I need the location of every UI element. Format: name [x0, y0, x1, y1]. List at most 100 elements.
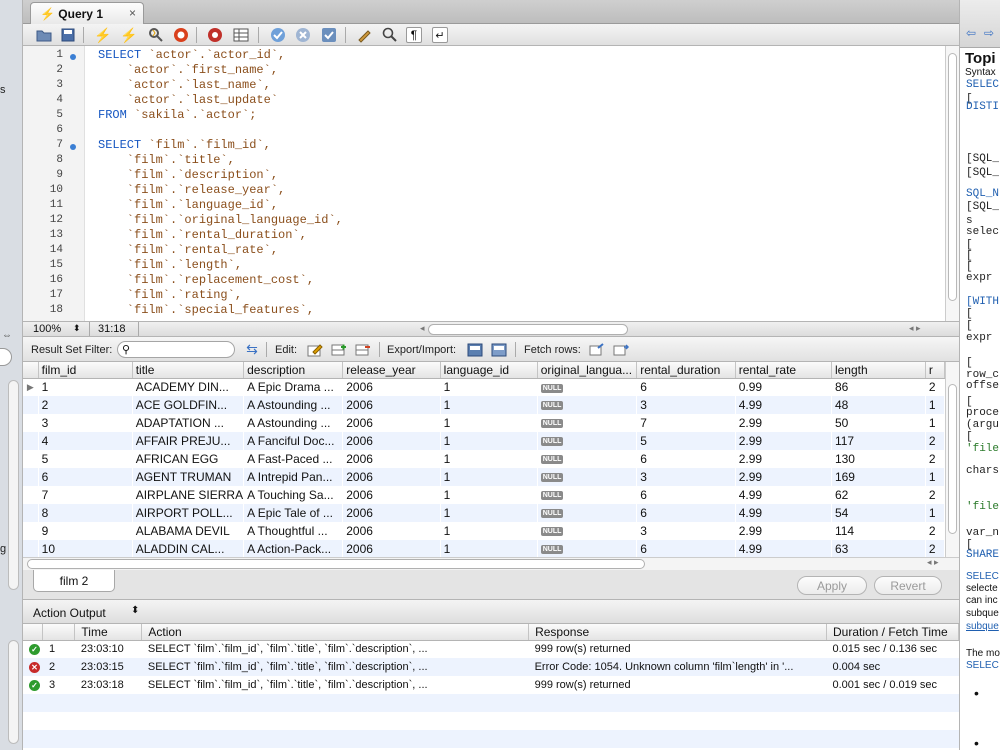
- sidebar-arrows-icon[interactable]: ⇔: [2, 330, 12, 341]
- sidebar-scrollbar[interactable]: [8, 640, 19, 744]
- column-header[interactable]: r: [925, 362, 945, 379]
- editor-scrollbar[interactable]: [945, 46, 959, 321]
- grid-cell[interactable]: 8: [38, 504, 133, 522]
- grid-cell[interactable]: 1: [440, 450, 538, 468]
- insert-row-icon[interactable]: [330, 341, 348, 358]
- revert-button[interactable]: Revert: [874, 576, 942, 595]
- table-row[interactable]: 5 AFRICAN EGG A Fast-Paced ... 2006 1 NULL 6 2.…: [23, 450, 945, 468]
- grid-cell[interactable]: A Astounding ...: [243, 414, 343, 432]
- grid-cell[interactable]: AFRICAN EGG: [132, 450, 244, 468]
- grid-cell[interactable]: 1: [440, 468, 538, 486]
- grid-cell[interactable]: 1: [440, 540, 538, 557]
- grid-cell[interactable]: 2.99: [735, 432, 832, 450]
- column-header[interactable]: language_id: [440, 362, 538, 379]
- grid-cell[interactable]: NULL: [537, 432, 637, 450]
- grid-cell[interactable]: ALADDIN CAL...: [132, 540, 244, 557]
- grid-hscrollbar[interactable]: ◂ ▸: [23, 557, 959, 570]
- row-header[interactable]: [23, 486, 39, 504]
- grid-cell[interactable]: 1: [440, 432, 538, 450]
- column-header[interactable]: Response: [528, 624, 827, 641]
- grid-cell[interactable]: 3: [636, 468, 736, 486]
- grid-cell[interactable]: 48: [831, 396, 926, 414]
- grid-cell[interactable]: 2006: [342, 486, 441, 504]
- rollback-icon[interactable]: [293, 25, 313, 45]
- editor-hscroll-thumb[interactable]: [428, 324, 628, 335]
- scroll-left-icon[interactable]: ◂ ▸: [909, 323, 921, 334]
- table-row[interactable]: 6 AGENT TRUMAN A Intrepid Pan... 2006 1 NULL 3…: [23, 468, 945, 486]
- grid-cell[interactable]: 6: [636, 540, 736, 557]
- table-row[interactable]: ✓ 1 23:03:10 SELECT `film`.`film_id`, `film…: [23, 640, 959, 658]
- grid-cell[interactable]: 2006: [342, 396, 441, 414]
- row-header[interactable]: [23, 432, 39, 450]
- row-header[interactable]: [23, 522, 39, 540]
- close-icon[interactable]: ×: [129, 6, 136, 20]
- grid-cell[interactable]: 2006: [342, 540, 441, 557]
- grid-cell[interactable]: 2: [925, 540, 945, 557]
- grid-cell[interactable]: A Epic Tale of ...: [243, 504, 343, 522]
- grid-cell[interactable]: A Fast-Paced ...: [243, 450, 343, 468]
- grid-cell[interactable]: 86: [831, 378, 926, 396]
- refresh-icon[interactable]: ⇆: [243, 341, 261, 358]
- wrap-icon[interactable]: ↵: [432, 27, 448, 43]
- table-row[interactable]: 9 ALABAMA DEVIL A Thoughtful ... 2006 1 NULL 3…: [23, 522, 945, 540]
- column-header[interactable]: Time: [74, 624, 143, 641]
- grid-cell[interactable]: 2: [925, 432, 945, 450]
- grid-cell[interactable]: NULL: [537, 378, 637, 396]
- grid-cell[interactable]: ACADEMY DIN...: [132, 378, 244, 396]
- column-header[interactable]: description: [243, 362, 344, 379]
- grid-cell[interactable]: NULL: [537, 522, 637, 540]
- execute-current-icon[interactable]: ⚡: [119, 25, 139, 45]
- grid-cell[interactable]: 1: [925, 468, 945, 486]
- grid-cell[interactable]: 1: [440, 504, 538, 522]
- grid-scrollbar[interactable]: [945, 362, 959, 557]
- grid-cell[interactable]: 50: [831, 414, 926, 432]
- grid-cell[interactable]: A Action-Pack...: [243, 540, 343, 557]
- beautify-icon[interactable]: [355, 25, 375, 45]
- grid-cell[interactable]: 5: [38, 450, 133, 468]
- grid-cell[interactable]: 5: [636, 432, 736, 450]
- grid-cell[interactable]: 6: [636, 504, 736, 522]
- row-header[interactable]: [23, 396, 39, 414]
- grid-cell[interactable]: 62: [831, 486, 926, 504]
- grid-cell[interactable]: 7: [636, 414, 736, 432]
- grid-cell[interactable]: 2: [38, 396, 133, 414]
- grid-cell[interactable]: NULL: [537, 396, 637, 414]
- grid-cell[interactable]: 1: [440, 396, 538, 414]
- grid-cell[interactable]: 4.99: [735, 396, 832, 414]
- results-grid[interactable]: film_id title description release_year langu…: [23, 362, 945, 557]
- grid-cell[interactable]: 114: [831, 522, 926, 540]
- fetch-all-icon[interactable]: [612, 341, 630, 358]
- column-header[interactable]: length: [831, 362, 926, 379]
- grid-cell[interactable]: AFFAIR PREJU...: [132, 432, 244, 450]
- results-grid-icon[interactable]: [231, 25, 251, 45]
- find-icon[interactable]: [380, 25, 400, 45]
- grid-cell[interactable]: NULL: [537, 540, 637, 557]
- delete-row-icon[interactable]: [354, 341, 372, 358]
- grid-cell[interactable]: 6: [636, 450, 736, 468]
- grid-cell[interactable]: 6: [636, 486, 736, 504]
- zoom-stepper-icon[interactable]: ⬍: [73, 323, 81, 334]
- grid-cell[interactable]: 117: [831, 432, 926, 450]
- row-header[interactable]: [23, 504, 39, 522]
- import-icon[interactable]: [490, 341, 508, 358]
- scroll-left-icon[interactable]: ◂: [420, 323, 425, 334]
- back-arrow-icon[interactable]: ⇦: [966, 26, 976, 40]
- toggle-output-icon[interactable]: [205, 25, 225, 45]
- invisible-chars-icon[interactable]: ¶: [406, 27, 422, 43]
- open-file-icon[interactable]: [34, 25, 54, 45]
- autocommit-icon[interactable]: [319, 25, 339, 45]
- scroll-left-icon[interactable]: ◂ ▸: [927, 557, 939, 568]
- grid-cell[interactable]: A Epic Drama ...: [243, 378, 343, 396]
- grid-cell[interactable]: ALABAMA DEVIL: [132, 522, 244, 540]
- row-header[interactable]: [23, 540, 39, 557]
- grid-cell[interactable]: 1: [925, 504, 945, 522]
- grid-cell[interactable]: 2006: [342, 432, 441, 450]
- grid-cell[interactable]: 3: [38, 414, 133, 432]
- grid-cell[interactable]: NULL: [537, 414, 637, 432]
- row-header[interactable]: ▶: [23, 378, 39, 396]
- action-output-title[interactable]: Action Output: [33, 606, 106, 620]
- grid-cell[interactable]: AIRPLANE SIERRA: [132, 486, 244, 504]
- grid-cell[interactable]: 1: [440, 486, 538, 504]
- grid-cell[interactable]: 4.99: [735, 486, 832, 504]
- grid-cell[interactable]: A Thoughtful ...: [243, 522, 343, 540]
